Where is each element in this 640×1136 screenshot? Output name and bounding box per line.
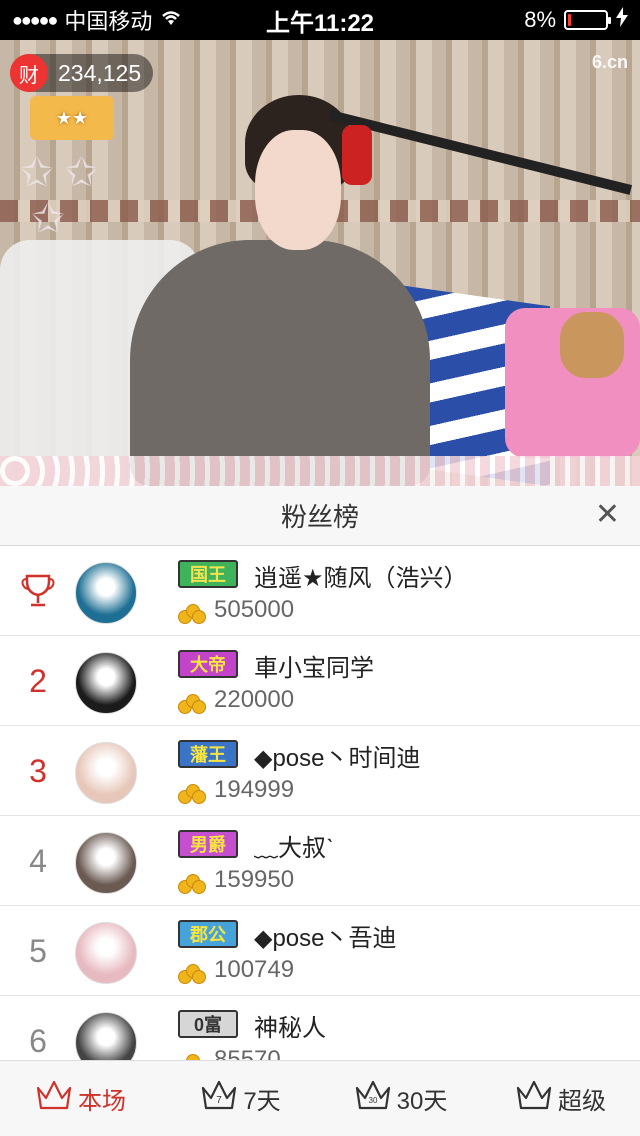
- avatar[interactable]: [75, 742, 137, 804]
- fan-ranking-list[interactable]: 国王 逍遥★随风（浩兴） 505000 2 大帝 車小宝同学 220000 3 藩王 ◆pose丶…: [0, 546, 640, 1060]
- title-badge: 藩王: [178, 740, 238, 768]
- rank-number: 3: [29, 752, 47, 789]
- contribution-score: 85570: [214, 1046, 281, 1060]
- avatar[interactable]: [75, 922, 137, 984]
- wifi-icon: [160, 7, 182, 33]
- rank-number: 5: [29, 932, 47, 969]
- watermark-logo: 6.cn: [591, 52, 628, 72]
- coins-icon: [178, 780, 206, 806]
- close-icon[interactable]: ✕: [595, 500, 620, 530]
- title-badge: 郡公: [178, 920, 238, 948]
- title-badge: 大帝: [178, 650, 238, 678]
- status-bar: ●●●●● 中国移动 上午11:22 8%: [0, 0, 640, 40]
- avatar[interactable]: [75, 652, 137, 714]
- contribution-score: 100749: [214, 956, 295, 983]
- tab-crown-7[interactable]: 7 7天: [160, 1061, 320, 1136]
- avatar[interactable]: [75, 832, 137, 894]
- microphone: [342, 125, 372, 185]
- coins-icon: [178, 600, 206, 626]
- tab-crown-30[interactable]: 30 30天: [320, 1061, 480, 1136]
- tab-label: 本场: [78, 1088, 126, 1115]
- crown-7-icon: 7: [199, 1078, 239, 1119]
- username[interactable]: 逍遥★随风（浩兴）: [254, 558, 468, 593]
- ranking-row[interactable]: 国王 逍遥★随风（浩兴） 505000: [0, 546, 640, 636]
- tab-crown-super[interactable]: 超级: [480, 1061, 640, 1136]
- streamer-body: [130, 240, 430, 486]
- username[interactable]: ﹏大叔ˋ: [254, 828, 334, 863]
- coins-icon: [178, 690, 206, 716]
- coins-icon: [178, 870, 206, 896]
- battery-icon: [564, 10, 611, 30]
- ranking-row[interactable]: 3 藩王 ◆pose丶时间迪 194999: [0, 726, 640, 816]
- period-tab-bar: 本场 7 7天 30 30天 超级: [0, 1060, 640, 1136]
- tab-crown[interactable]: 本场: [0, 1061, 160, 1136]
- status-right: 8%: [388, 7, 628, 33]
- coins-icon: [178, 1050, 206, 1060]
- trophy-icon: [10, 546, 66, 636]
- avatar[interactable]: [75, 562, 137, 624]
- contribution-score: 194999: [214, 776, 295, 803]
- ranking-row[interactable]: 6 0富 神秘人 85570: [0, 996, 640, 1060]
- wealth-value: 234,125: [58, 59, 142, 86]
- crown-30-icon: 30: [353, 1078, 393, 1119]
- wealth-badge[interactable]: 财 234,125: [10, 54, 154, 92]
- tab-label: 7天: [243, 1088, 281, 1115]
- tab-label: 30天: [396, 1088, 448, 1115]
- panel-header: 粉丝榜 ✕: [0, 486, 640, 546]
- status-left: ●●●●● 中国移动: [12, 4, 252, 36]
- contribution-score: 159950: [214, 866, 295, 893]
- lace-decoration: [0, 456, 640, 486]
- status-time: 上午11:22: [265, 9, 375, 37]
- mic-arm: [328, 110, 633, 195]
- battery-fill: [568, 14, 571, 26]
- ranking-row[interactable]: 2 大帝 車小宝同学 220000: [0, 636, 640, 726]
- ranking-row[interactable]: 5 郡公 ◆pose丶吾迪 100749: [0, 906, 640, 996]
- username[interactable]: ◆pose丶吾迪: [254, 918, 397, 953]
- title-badge: 国王: [178, 560, 238, 588]
- rank-number: 4: [29, 842, 47, 879]
- charging-icon: [616, 7, 628, 33]
- coins-icon: [178, 960, 206, 986]
- battery-percent: 8%: [524, 7, 556, 32]
- panel-title: 粉丝榜: [280, 502, 359, 532]
- rank-number: 6: [29, 1022, 47, 1059]
- teddy-bear: [560, 312, 624, 378]
- wealth-icon: 财: [10, 54, 48, 92]
- crown-super-icon: [514, 1078, 554, 1119]
- contribution-score: 220000: [214, 686, 295, 713]
- avatar[interactable]: [75, 1012, 137, 1060]
- crown-icon: [34, 1078, 74, 1119]
- title-badge: 0富: [178, 1010, 238, 1038]
- carrier-label: 中国移动: [64, 9, 153, 34]
- host-level-badge: ★★: [30, 96, 114, 140]
- svg-text:7: 7: [217, 1095, 223, 1106]
- ranking-row[interactable]: 4 男爵 ﹏大叔ˋ 159950: [0, 816, 640, 906]
- rank-number: 2: [29, 662, 47, 699]
- contribution-score: 505000: [214, 596, 295, 623]
- svg-text:30: 30: [368, 1096, 377, 1105]
- signal-strength-icon: ●●●●●: [12, 9, 58, 30]
- star-decoration-icon: ✩ ✩ ✩: [20, 151, 99, 241]
- username[interactable]: 車小宝同学: [254, 648, 374, 683]
- username[interactable]: 神秘人: [254, 1008, 326, 1043]
- streamer-face: [255, 130, 341, 250]
- tab-label: 超级: [558, 1088, 606, 1115]
- username[interactable]: ◆pose丶时间迪: [254, 738, 421, 773]
- title-badge: 男爵: [178, 830, 238, 858]
